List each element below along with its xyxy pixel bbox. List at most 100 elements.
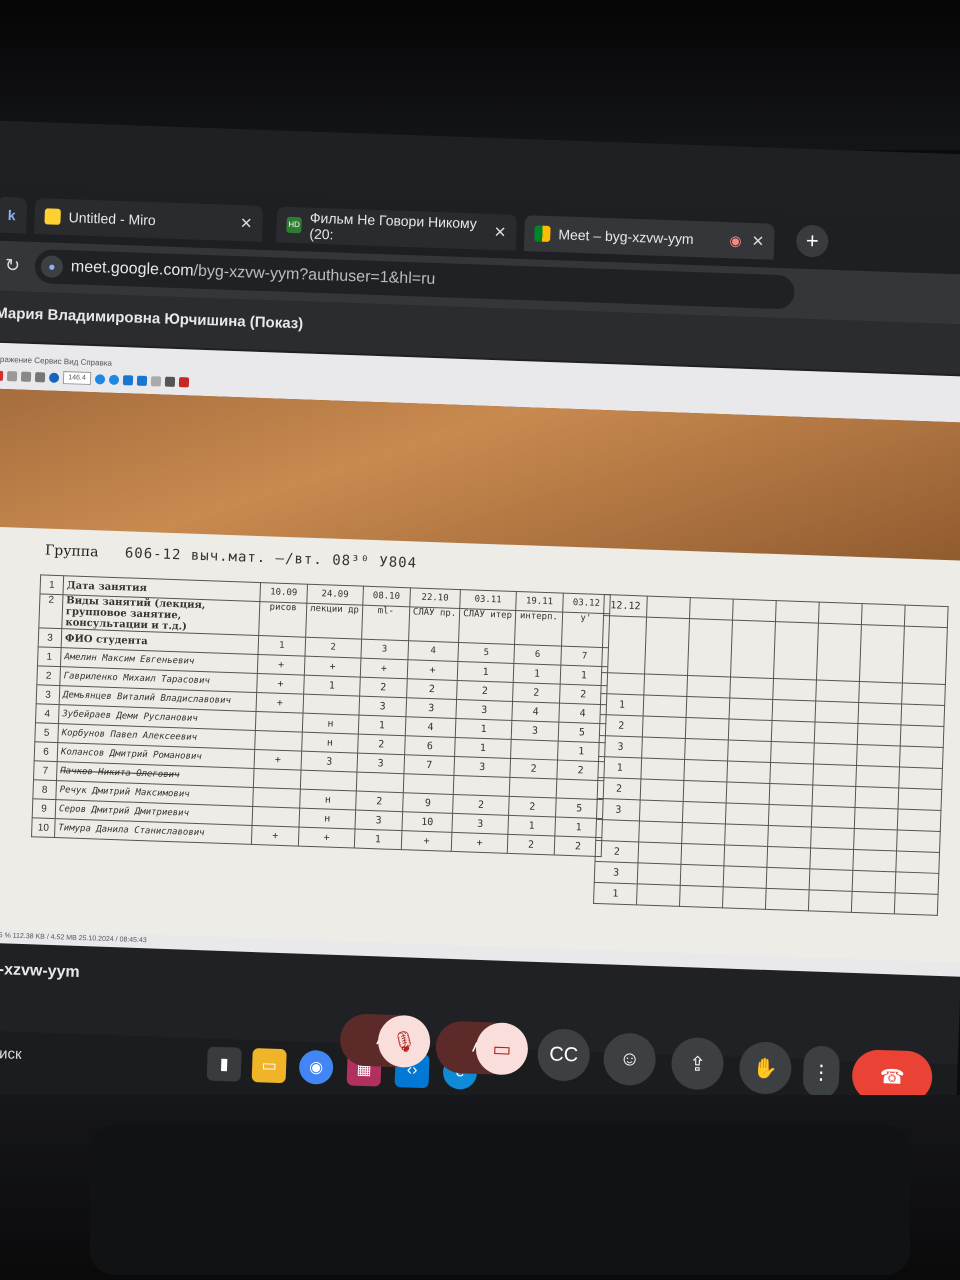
right-mark: 2	[597, 777, 641, 800]
tab-k[interactable]: k	[0, 196, 28, 234]
emoji-icon: ☺	[619, 1047, 641, 1071]
mark-cell: 2	[357, 734, 406, 755]
right-mark: 3	[596, 798, 641, 821]
zoom-out-icon[interactable]	[108, 374, 120, 385]
tab-k-label: k	[7, 207, 16, 224]
delete-icon[interactable]	[0, 370, 4, 381]
zoom-in-icon[interactable]	[94, 373, 106, 385]
right-mark: 1	[593, 882, 638, 905]
student-number: 7	[33, 760, 58, 781]
tab-film[interactable]: HD Фильм Не Говори Никому (20: ✕	[275, 206, 518, 251]
mark-cell: 10	[401, 811, 453, 833]
mark-cell: 2	[508, 796, 557, 818]
student-number: 5	[34, 722, 59, 743]
index-cell: 6	[513, 644, 562, 666]
presenter-name: Мария Владимировна Юрчишина (Показ)	[0, 304, 304, 333]
taskbar-search[interactable]: ⌕ Поиск	[0, 1044, 22, 1063]
student-number: 6	[34, 741, 58, 762]
mic-site-icon[interactable]: ●	[40, 255, 64, 278]
date-cell: 03.11	[459, 589, 517, 611]
mark-cell: 3	[356, 753, 405, 774]
new-tab-button[interactable]: +	[795, 224, 829, 258]
mark-cell: +	[298, 827, 355, 848]
student-number: 4	[35, 703, 60, 724]
captions-icon: CC	[548, 1042, 579, 1066]
mark-cell: 3	[301, 751, 358, 773]
settings-icon[interactable]	[164, 376, 176, 387]
mark-cell: 4	[405, 716, 457, 738]
prev-icon[interactable]	[122, 374, 134, 385]
right-mark: 3	[594, 861, 638, 884]
mark-cell	[255, 711, 303, 733]
next-page-table: 12.12 123123231	[593, 594, 949, 916]
hd-icon: HD	[286, 216, 302, 234]
mark-cell: +	[304, 656, 361, 678]
mark-cell: 2	[406, 678, 458, 700]
next-icon[interactable]	[136, 375, 148, 386]
mark-cell: 1	[513, 663, 561, 685]
mark-cell	[356, 772, 404, 793]
index-cell: 3	[360, 639, 409, 660]
right-mark: 3	[598, 735, 643, 758]
mark-cell: +	[254, 749, 302, 771]
mark-cell	[253, 768, 302, 790]
right-mark: 1	[600, 693, 644, 717]
mark-cell: 1	[454, 737, 512, 759]
viewer-tools: 146.4	[0, 368, 190, 388]
mark-cell: н	[301, 732, 359, 754]
chrome-icon[interactable]: ◉	[298, 1049, 334, 1085]
date-cell: 08.10	[362, 586, 411, 607]
exit-icon[interactable]	[178, 376, 190, 387]
mark-cell: 7	[403, 754, 455, 776]
mark-cell: 3	[452, 813, 509, 835]
task-view-icon[interactable]: ▮	[206, 1046, 242, 1082]
mark-cell: н	[299, 808, 356, 830]
mark-cell: 1	[457, 661, 514, 683]
camera-off-icon: ▭	[492, 1037, 512, 1061]
mark-cell: 1	[354, 829, 402, 850]
mark-cell: 2	[507, 834, 555, 855]
mark-cell: +	[407, 659, 459, 681]
mark-cell: +	[401, 830, 453, 852]
url-host: meet.google.com	[70, 258, 194, 280]
mark-cell: +	[251, 825, 300, 847]
date-cell: 22.10	[409, 587, 461, 609]
viewer-menu[interactable]: Изображение Сервис Вид Справка	[0, 354, 112, 368]
more-options-button[interactable]: ⋮	[802, 1045, 841, 1099]
mark-cell: 9	[402, 792, 454, 814]
zoom-input[interactable]: 146.4	[62, 371, 92, 386]
mark-cell: 1	[303, 675, 361, 697]
right-mark: 1	[597, 756, 642, 779]
info-icon[interactable]	[48, 372, 60, 383]
miro-icon	[44, 208, 61, 225]
close-icon[interactable]: ✕	[751, 232, 764, 250]
mark-cell: 2	[456, 680, 514, 702]
meet-icon	[534, 225, 551, 242]
close-icon[interactable]: ✕	[240, 214, 253, 232]
student-number: 2	[36, 665, 61, 686]
mark-cell: 2	[355, 791, 404, 812]
meeting-code: byg-xzvw-yym	[0, 960, 80, 981]
close-icon[interactable]: ✕	[494, 223, 507, 241]
mark-cell: 6	[404, 735, 456, 757]
copy-icon[interactable]	[20, 371, 32, 382]
cut-icon[interactable]	[6, 370, 18, 381]
type-cell: СЛАУ пр.	[408, 606, 460, 643]
right-mark: 2	[594, 840, 639, 863]
index-cell: 2	[304, 637, 362, 659]
mark-cell	[510, 739, 559, 761]
rotate-icon[interactable]	[150, 375, 162, 386]
reload-icon[interactable]: ↻	[5, 255, 21, 277]
mark-cell: 2	[509, 758, 558, 780]
type-cell: ml-	[361, 605, 410, 641]
group-label: Группа	[44, 542, 99, 561]
file-explorer-icon[interactable]: ▭	[251, 1048, 287, 1084]
tab-miro[interactable]: Untitled - Miro ✕	[34, 197, 264, 242]
mark-cell	[302, 694, 360, 716]
mark-cell	[254, 730, 303, 752]
paste-icon[interactable]	[34, 371, 46, 382]
tab-meet[interactable]: Meet – byg-xzvw-yym ◉ ✕	[523, 215, 775, 260]
index-cell: 5	[458, 642, 515, 664]
attendance-table: 1 Дата занятия 10.09 24.09 08.10 22.10 03…	[31, 574, 611, 857]
mark-cell	[403, 773, 455, 795]
